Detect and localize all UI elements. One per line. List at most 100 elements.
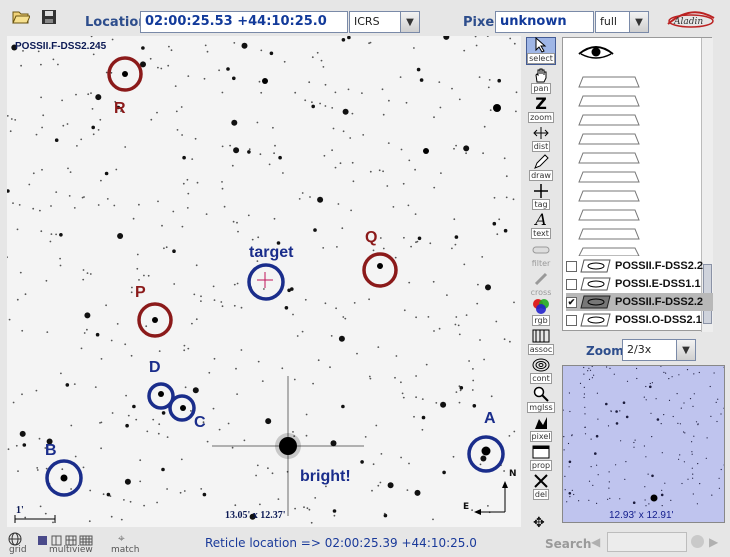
search-prev-icon[interactable]: ◀ (591, 535, 600, 549)
preview-star (563, 436, 565, 438)
search-input[interactable] (607, 532, 687, 552)
distance-icon (530, 124, 552, 141)
star (68, 195, 71, 197)
preview-star (686, 369, 689, 371)
tool-pixel-button[interactable]: pixel (526, 414, 556, 442)
preview-star (578, 500, 580, 502)
aladin-logo[interactable]: Aladin (666, 6, 716, 30)
layer-checkbox[interactable] (566, 314, 577, 326)
tool-mglss-button[interactable]: mglss (526, 385, 556, 413)
star (413, 47, 415, 49)
star (94, 386, 97, 388)
star (82, 269, 85, 271)
match-icon[interactable]: ⌖ (118, 531, 125, 546)
layer-name: POSSII.F-DSS2.2 (615, 260, 704, 272)
overview-preview[interactable]: 12.93' x 12.91' (562, 365, 725, 523)
layer-row[interactable]: POSSI.E-DSS1.1 (566, 275, 713, 293)
tool-cont-button[interactable]: cont (526, 356, 556, 384)
preview-star (644, 499, 646, 501)
tool-assoc-button[interactable]: assoc (526, 327, 556, 355)
preview-star (645, 385, 647, 388)
star (331, 149, 333, 152)
star (261, 380, 264, 382)
preview-star (606, 366, 608, 368)
preview-star (573, 493, 575, 496)
star (368, 375, 371, 378)
star (273, 152, 275, 155)
star (284, 306, 289, 310)
star (316, 51, 319, 54)
tool-text-button[interactable]: A text (526, 210, 556, 239)
star (233, 283, 236, 286)
preview-star (715, 401, 717, 403)
layer-checkbox[interactable]: ✔ (566, 296, 577, 308)
star (503, 228, 508, 233)
tool-pan-button[interactable]: pan (526, 66, 556, 94)
preview-star (571, 489, 573, 491)
preview-star (633, 446, 635, 448)
star (45, 467, 48, 470)
star (257, 236, 260, 239)
star (158, 350, 161, 352)
preview-star (720, 413, 722, 415)
tool-prop-button[interactable]: prop (526, 443, 556, 471)
tool-cross-button[interactable]: cross (526, 269, 556, 297)
layer-stack-panel[interactable]: POSSII.F-DSS2.2 POSSI.E-DSS1.1 ✔ POSSII.… (562, 37, 713, 332)
tool-filter-button[interactable]: filter (526, 240, 556, 268)
star (322, 66, 325, 68)
tool-zoom-button[interactable]: Z zoom (526, 94, 556, 123)
tool-dist-button[interactable]: dist (526, 124, 556, 152)
sky-image-view[interactable]: POSSII.F-DSS2.245 13.05' x 12.37' 1' N E… (7, 36, 521, 527)
star (260, 49, 263, 52)
zoom-dropdown-button[interactable]: ▼ (676, 339, 696, 361)
star (200, 295, 202, 298)
layer-checkbox[interactable] (566, 278, 577, 290)
star (195, 318, 198, 321)
pixel-mode-select[interactable]: full (595, 11, 630, 33)
preview-star (567, 442, 570, 445)
preview-star (649, 385, 652, 389)
star (12, 401, 15, 404)
open-folder-icon[interactable] (10, 6, 32, 28)
tool-del-button[interactable]: del (526, 472, 556, 500)
annotation-label-q: Q (365, 229, 378, 246)
eye-icon[interactable] (577, 42, 615, 66)
tool-rgb-button[interactable]: rgb (526, 298, 556, 326)
layer-row-selected[interactable]: ✔ POSSII.F-DSS2.2 (566, 293, 713, 311)
search-next-icon[interactable]: ▶ (709, 535, 718, 549)
star (493, 196, 496, 199)
layer-checkbox[interactable] (566, 260, 577, 272)
zoom-select[interactable]: 2/3x (622, 339, 677, 361)
preview-star (568, 466, 570, 468)
tool-draw-button[interactable]: draw (526, 153, 556, 181)
star (362, 134, 365, 136)
location-field[interactable]: 02:00:25.53 +44:10:25.0 (140, 11, 348, 33)
pixel-mode-dropdown-button[interactable]: ▼ (629, 11, 649, 33)
frame-select[interactable]: ICRS (349, 11, 401, 33)
search-clear-icon[interactable] (691, 535, 704, 548)
preview-star (620, 440, 622, 442)
delete-icon (530, 472, 552, 489)
move-arrows-icon[interactable]: ✥ (533, 515, 545, 531)
preview-star (660, 423, 662, 425)
star (256, 464, 259, 467)
tool-tag-button[interactable]: tag (526, 182, 556, 210)
frame-dropdown-button[interactable]: ▼ (400, 11, 420, 33)
star (111, 38, 114, 41)
galaxy-layer-icon (580, 313, 612, 327)
pixel-field[interactable]: unknown (495, 11, 594, 33)
star (127, 414, 130, 417)
star (21, 393, 23, 396)
tool-select-button[interactable]: select (526, 37, 556, 65)
star (368, 42, 370, 45)
save-icon[interactable] (38, 6, 60, 28)
star (282, 172, 284, 174)
layer-row[interactable]: POSSII.F-DSS2.2 (566, 257, 713, 275)
star (32, 207, 35, 210)
star (410, 245, 412, 248)
preview-star (691, 467, 693, 469)
star (19, 271, 22, 274)
star (262, 78, 268, 84)
layer-row[interactable]: POSSI.O-DSS2.1 (566, 311, 713, 329)
preview-star (718, 477, 720, 479)
